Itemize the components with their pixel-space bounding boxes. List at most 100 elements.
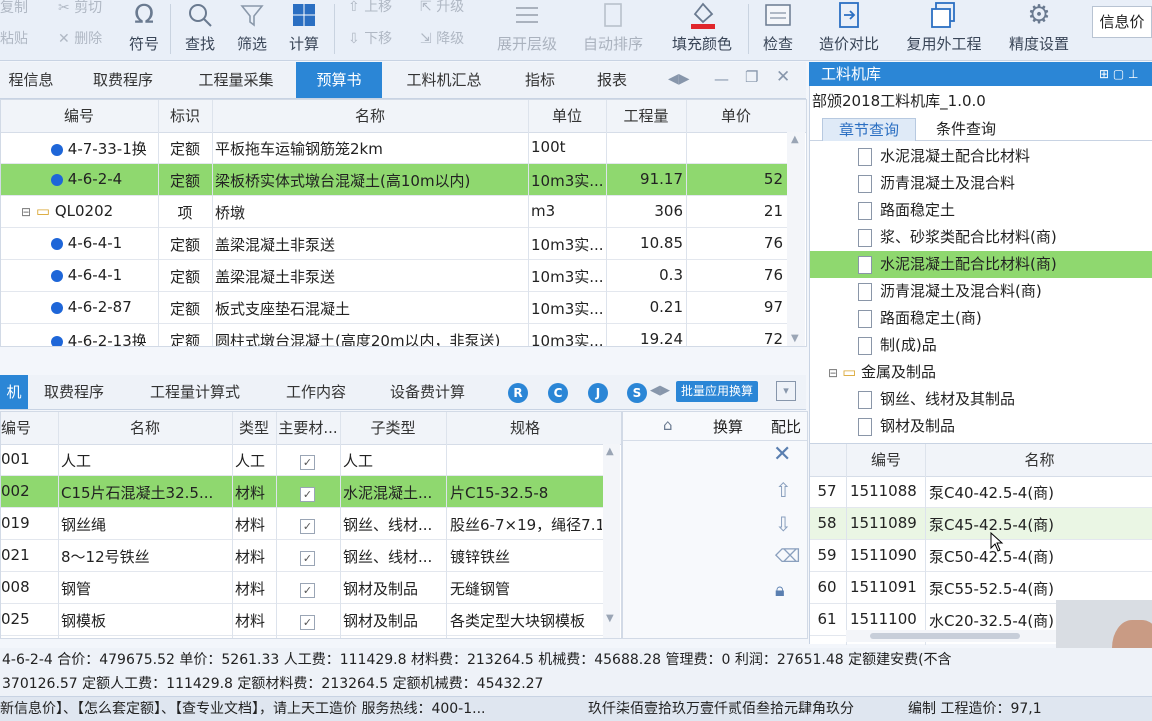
table-row[interactable]: 008 钢管 材料 ✓ 钢材及制品 无缝钢管 [1, 572, 603, 604]
c-button[interactable]: C [548, 383, 568, 403]
table-row[interactable]: 025 钢模板 材料 ✓ 钢材及制品 各类定型大块钢模板 [1, 604, 603, 636]
tree-item[interactable]: 钢丝、线材及其制品 [810, 386, 1152, 413]
check-button[interactable]: 检查 [758, 0, 798, 60]
upgrade-button[interactable]: ⇱ 升级 [420, 0, 464, 16]
table-row[interactable]: 4-6-2-87 定额 板式支座垫石混凝土 10m3实... 0.21 97 [1, 292, 787, 324]
table-row[interactable]: 019 钢丝绳 材料 ✓ 钢丝、线材... 股丝6-7×19，绳径7.1 [1, 508, 603, 540]
tree-item[interactable]: 水泥混凝土配合比材料 [810, 143, 1152, 170]
restore-icon[interactable]: ❐ [745, 68, 758, 86]
header-name[interactable]: 名称 [213, 100, 527, 132]
tab-condition-query[interactable]: 条件查询 [920, 118, 1012, 140]
home-icon[interactable]: ⌂ [663, 416, 673, 434]
vertical-scrollbar[interactable]: ▲ ▼ [603, 444, 620, 638]
table-row[interactable]: ⊟ ▭ QL0202 项 桥墩 m3 306 21 [1, 196, 787, 228]
header-name[interactable]: 名称 [59, 412, 231, 444]
tab-ratio[interactable]: 配比 [771, 416, 801, 437]
table-row[interactable]: 002 C15片石混凝土32.5... 材料 ✓ 水泥混凝土... 片C15-32.5-8 [1, 476, 603, 508]
symbol-button[interactable]: Ω 符号 [124, 0, 164, 60]
close-icon[interactable]: ✕ [776, 67, 790, 87]
header-subtype[interactable]: 子类型 [341, 412, 445, 444]
precision-settings-button[interactable]: ⚙ 精度设置 [1004, 0, 1074, 60]
header-code[interactable]: 编号 [848, 444, 924, 476]
move-up-button[interactable]: ⇧ 上移 [348, 0, 392, 16]
list-item[interactable]: 57 1511088 泵C40-42.5-4(商) [810, 476, 1152, 508]
tab-nav-arrows[interactable]: ◀▶ [668, 71, 690, 87]
fill-color-button[interactable]: 填充颜色 [666, 0, 738, 60]
help-links-text[interactable]: 新信息价】、【怎么套定额】、【查专业文档】，请上天工造价 服务热线：400-1.… [0, 697, 578, 721]
main-material-checkbox[interactable]: ✓ [300, 516, 315, 534]
tab-indicators[interactable]: 指标 [512, 62, 568, 98]
downgrade-button[interactable]: ⇲ 降级 [420, 28, 464, 48]
tab-fee-program-detail[interactable]: 取费程序 [44, 375, 104, 409]
table-row[interactable]: 4-6-4-1 定额 盖梁混凝土非泵送 10m3实... 10.85 76 [1, 228, 787, 260]
tab-reports[interactable]: 报表 [584, 62, 640, 98]
close-icon[interactable]: ✕ [773, 442, 791, 467]
main-material-checkbox[interactable]: ✓ [300, 484, 315, 502]
tree-item[interactable]: 制(成)品 [810, 332, 1152, 359]
paste-button[interactable]: 粘贴 [0, 28, 28, 48]
header-unit[interactable]: 单位 [529, 100, 605, 132]
tab-quantity-formula[interactable]: 工程量计算式 [150, 375, 240, 409]
scroll-up-icon[interactable]: ▲ [791, 134, 799, 145]
tree-item[interactable]: 钢材及制品 [810, 413, 1152, 439]
find-button[interactable]: 查找 [180, 0, 220, 60]
main-material-checkbox[interactable]: ✓ [300, 580, 315, 598]
auto-sort-button[interactable]: 自动排序 [578, 0, 648, 60]
info-price-button[interactable]: 信息价 [1092, 6, 1152, 38]
price-compare-button[interactable]: 造价对比 [814, 0, 884, 60]
header-price[interactable]: 单价 [687, 100, 785, 132]
tab-equipment-fee[interactable]: 设备费计算 [390, 375, 465, 409]
tree-item[interactable]: 浆、砂浆类配合比材料(商) [810, 224, 1152, 251]
table-row[interactable]: 021 8～12号铁丝 材料 ✓ 钢丝、线材... 镀锌铁丝 [1, 540, 603, 572]
tree-item[interactable]: ⊟ ▭ 金属及制品 [810, 359, 1152, 386]
cut-button[interactable]: ✂ 剪切 [58, 0, 102, 17]
header-spec[interactable]: 规格 [447, 412, 603, 444]
header-tag[interactable]: 标识 [159, 100, 211, 132]
s-button[interactable]: S [627, 383, 647, 403]
delete-button[interactable]: ✕ 删除 [58, 28, 102, 48]
tree-item[interactable]: 路面稳定土 [810, 197, 1152, 224]
tab-quantity-collect[interactable]: 工程量采集 [186, 62, 286, 98]
tree-item[interactable]: 沥青混凝土及混合料 [810, 170, 1152, 197]
scroll-down-icon[interactable]: ▼ [606, 613, 614, 624]
list-item[interactable]: 58 1511089 泵C45-42.5-4(商) [810, 508, 1152, 540]
tab-conversion[interactable]: 换算 [713, 416, 743, 437]
arrow-down-icon[interactable]: ⇩ [775, 512, 792, 536]
list-item[interactable]: 59 1511090 泵C50-42.5-4(商) [810, 540, 1152, 572]
r-button[interactable]: R [508, 383, 528, 403]
header-type[interactable]: 类型 [233, 412, 275, 444]
scroll-down-icon[interactable]: ▼ [791, 333, 799, 344]
arrow-up-icon[interactable]: ⇧ [775, 478, 792, 502]
move-down-button[interactable]: ⇩ 下移 [348, 28, 392, 48]
main-material-checkbox[interactable]: ✓ [300, 548, 315, 566]
header-main-material[interactable]: 主要材... [277, 412, 339, 444]
table-row[interactable]: 4-7-33-1换 定额 平板拖车运输钢筋笼2km 100t [1, 132, 787, 164]
tree-item[interactable]: 路面稳定土(商) [810, 305, 1152, 332]
tab-material-summary[interactable]: 工料机汇总 [394, 62, 494, 98]
calc-button[interactable]: 计算 [284, 0, 324, 60]
collapse-toggle-icon[interactable]: ⊟ [828, 366, 838, 380]
filter-button[interactable]: 筛选 [232, 0, 272, 60]
main-material-checkbox[interactable]: ✓ [300, 452, 315, 470]
header-code[interactable]: 编号 [1, 100, 157, 132]
tab-nav-arrows[interactable]: ◀▶ [650, 383, 670, 398]
horizontal-scrollbar[interactable] [846, 630, 1056, 642]
header-name[interactable]: 名称 [926, 444, 1152, 476]
copy-button[interactable]: 复制 [0, 0, 28, 17]
tab-chapter-query[interactable]: 章节查询 [822, 118, 916, 141]
table-row[interactable]: 4-6-2-4 定额 梁板桥实体式墩台混凝土(高10m以内) 10m3实... 91.1… [1, 164, 787, 196]
lock-icon[interactable]: 🔒︎ [775, 580, 785, 601]
table-row[interactable]: 001 人工 人工 ✓ 人工 [1, 444, 603, 476]
scroll-thumb[interactable] [870, 633, 1020, 639]
reuse-project-button[interactable]: 复用外工程 [900, 0, 988, 60]
table-row[interactable]: 4-6-2-13换 定额 圆柱式墩台混凝土(高度20m以内，非泵送) 10m3实...… [1, 324, 787, 346]
table-row[interactable]: 4-6-4-1 定额 盖梁混凝土非泵送 10m3实... 0.3 76 [1, 260, 787, 292]
tab-budget-book[interactable]: 预算书 [296, 62, 382, 98]
batch-apply-button[interactable]: 批量应用换算 [676, 381, 758, 402]
tab-fee-program[interactable]: 取费程序 [80, 62, 166, 98]
minimize-icon[interactable]: — [714, 70, 729, 88]
j-button[interactable]: J [588, 383, 608, 403]
tree-item[interactable]: 水泥混凝土配合比材料(商) [810, 251, 1152, 278]
tree-item[interactable]: 沥青混凝土及混合料(商) [810, 278, 1152, 305]
tab-project-info[interactable]: 程信息 [0, 62, 62, 98]
